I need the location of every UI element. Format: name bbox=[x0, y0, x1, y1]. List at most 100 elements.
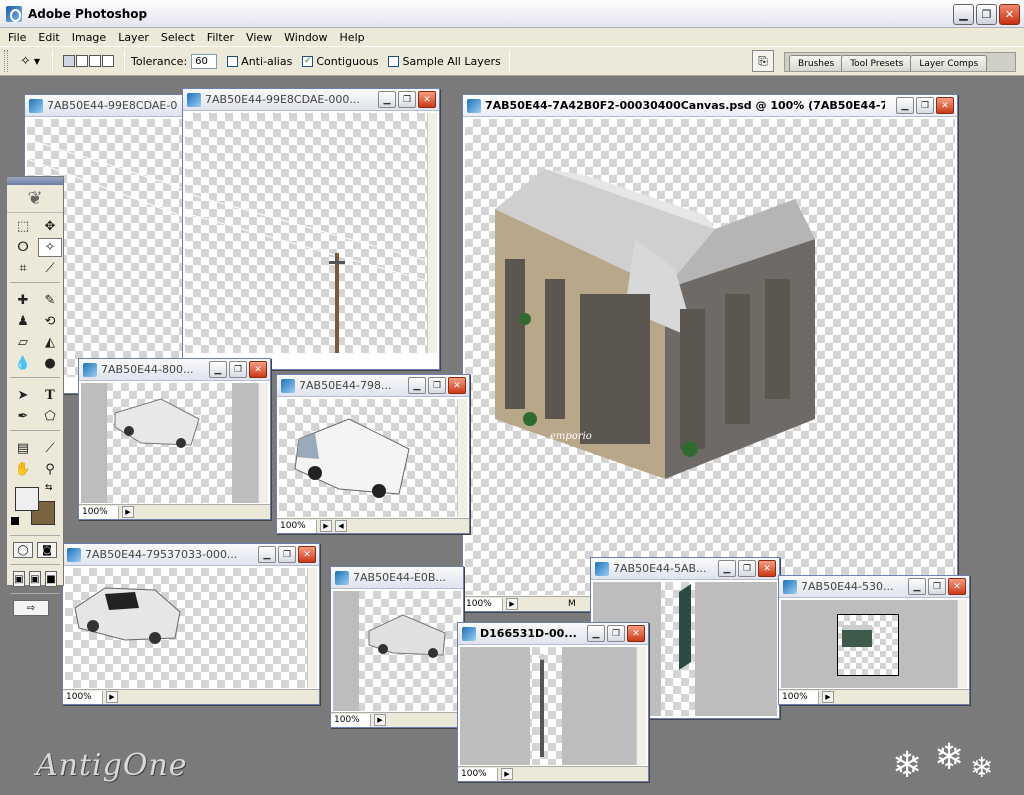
options-bar-grip[interactable] bbox=[4, 50, 8, 72]
document-canvas[interactable]: emporio bbox=[465, 119, 955, 595]
document-canvas[interactable] bbox=[781, 600, 957, 688]
tab-brushes[interactable]: Brushes bbox=[789, 55, 844, 71]
quick-mask-button[interactable]: ◙ bbox=[37, 542, 57, 558]
foreground-color-swatch[interactable] bbox=[15, 487, 39, 511]
document-window-2[interactable]: 7AB50E44-99E8CDAE-000... ▁ ❐ ✕ bbox=[182, 88, 440, 370]
zoom-field[interactable]: 100% bbox=[463, 597, 503, 611]
close-button[interactable]: ✕ bbox=[758, 560, 776, 577]
path-selection-icon[interactable]: ➤ bbox=[11, 386, 35, 405]
type-tool-icon[interactable]: T bbox=[38, 386, 62, 405]
dodge-tool-icon[interactable]: ● bbox=[38, 354, 62, 373]
close-button[interactable]: ✕ bbox=[249, 361, 267, 378]
full-screen-icon[interactable]: ■ bbox=[45, 571, 57, 587]
document-titlebar[interactable]: 7AB50E44-530... ▁ ❐ ✕ bbox=[779, 576, 969, 598]
status-menu-arrow[interactable]: ▶ bbox=[506, 598, 518, 610]
document-canvas[interactable] bbox=[185, 113, 427, 353]
status-menu-arrow[interactable]: ▶ bbox=[320, 520, 332, 532]
menu-help[interactable]: Help bbox=[334, 31, 371, 44]
vertical-scrollbar[interactable] bbox=[258, 383, 268, 503]
jump-to-imageready-icon[interactable]: ⇨ bbox=[13, 600, 49, 616]
close-button[interactable]: ✕ bbox=[999, 4, 1020, 25]
close-button[interactable]: ✕ bbox=[298, 546, 316, 563]
document-titlebar[interactable]: 7AB50E44-99E8CDAE-000... ▁ ❐ ✕ bbox=[183, 89, 439, 111]
subtract-selection-button[interactable] bbox=[89, 55, 101, 67]
add-selection-button[interactable] bbox=[76, 55, 88, 67]
eraser-tool-icon[interactable]: ▱ bbox=[11, 333, 35, 352]
menu-view[interactable]: View bbox=[240, 31, 278, 44]
close-button[interactable]: ✕ bbox=[448, 377, 466, 394]
pen-tool-icon[interactable]: ✒ bbox=[11, 407, 35, 426]
scroll-left-arrow[interactable]: ◀ bbox=[335, 520, 347, 532]
menu-window[interactable]: Window bbox=[278, 31, 333, 44]
menu-file[interactable]: File bbox=[2, 31, 32, 44]
document-titlebar[interactable]: 7AB50E44-7A42B0F2-00030400Canvas.psd @ 1… bbox=[463, 95, 957, 117]
intersect-selection-button[interactable] bbox=[102, 55, 114, 67]
document-canvas[interactable] bbox=[65, 568, 307, 688]
vertical-scrollbar[interactable] bbox=[957, 600, 967, 688]
zoom-field[interactable]: 100% bbox=[63, 690, 103, 704]
crop-tool-icon[interactable]: ⌗ bbox=[11, 259, 35, 278]
tolerance-input[interactable] bbox=[191, 53, 218, 69]
menu-layer[interactable]: Layer bbox=[112, 31, 155, 44]
toolbox-grip[interactable] bbox=[7, 177, 63, 185]
zoom-tool-icon[interactable]: ⚲ bbox=[38, 460, 62, 479]
maximize-button[interactable]: ❐ bbox=[928, 578, 946, 595]
minimize-button[interactable]: ▁ bbox=[587, 625, 605, 642]
status-menu-arrow[interactable]: ▶ bbox=[374, 714, 386, 726]
document-titlebar[interactable]: 7AB50E44-800... ▁ ❐ ✕ bbox=[79, 359, 270, 381]
paint-bucket-icon[interactable]: ◭ bbox=[38, 333, 62, 352]
status-menu-arrow[interactable]: ▶ bbox=[106, 691, 118, 703]
standard-screen-icon[interactable]: ▣ bbox=[13, 571, 25, 587]
zoom-field[interactable]: 100% bbox=[331, 713, 371, 727]
close-button[interactable]: ✕ bbox=[418, 91, 436, 108]
vertical-scrollbar[interactable] bbox=[457, 399, 467, 517]
main-document-window[interactable]: 7AB50E44-7A42B0F2-00030400Canvas.psd @ 1… bbox=[462, 94, 958, 612]
close-button[interactable]: ✕ bbox=[948, 578, 966, 595]
full-screen-menu-icon[interactable]: ▣ bbox=[29, 571, 41, 587]
menu-select[interactable]: Select bbox=[155, 31, 201, 44]
shape-tool-icon[interactable]: ⬠ bbox=[38, 407, 62, 426]
tab-layer-comps[interactable]: Layer Comps bbox=[910, 55, 988, 71]
vertical-scrollbar[interactable] bbox=[427, 113, 437, 353]
default-colors-icon[interactable] bbox=[11, 517, 19, 525]
document-titlebar[interactable]: D166531D-00... ▁ ❐ ✕ bbox=[458, 623, 648, 645]
sample-all-checkbox[interactable] bbox=[388, 55, 400, 67]
feather-logo-icon[interactable]: ❦ bbox=[7, 185, 63, 213]
maximize-button[interactable]: ❐ bbox=[607, 625, 625, 642]
brush-tool-icon[interactable]: ✎ bbox=[38, 291, 62, 310]
zoom-field[interactable]: 100% bbox=[277, 519, 317, 533]
minimize-button[interactable]: ▁ bbox=[378, 91, 396, 108]
minimize-button[interactable]: ▁ bbox=[953, 4, 974, 25]
menu-edit[interactable]: Edit bbox=[32, 31, 65, 44]
tool-preset-picker[interactable]: ✧ ▼ bbox=[12, 50, 48, 72]
maximize-button[interactable]: ❐ bbox=[916, 97, 934, 114]
clone-stamp-icon[interactable]: ♟ bbox=[11, 312, 35, 331]
sample-all-option[interactable]: Sample All Layers bbox=[388, 55, 501, 68]
vertical-scrollbar[interactable] bbox=[307, 568, 317, 688]
menu-image[interactable]: Image bbox=[66, 31, 112, 44]
maximize-button[interactable]: ❐ bbox=[976, 4, 997, 25]
document-window-8[interactable]: D166531D-00... ▁ ❐ ✕ 100% ▶ bbox=[457, 622, 649, 782]
new-selection-button[interactable] bbox=[63, 55, 75, 67]
document-canvas[interactable] bbox=[279, 399, 457, 517]
anti-alias-checkbox[interactable] bbox=[227, 55, 239, 67]
contiguous-checkbox[interactable]: ✓ bbox=[302, 55, 314, 67]
standard-mode-button[interactable]: ◯ bbox=[13, 542, 33, 558]
document-titlebar[interactable]: 7AB50E44-79537033-000... ▁ ❐ ✕ bbox=[63, 544, 319, 566]
maximize-button[interactable]: ❐ bbox=[278, 546, 296, 563]
file-browser-button[interactable]: ⎘ bbox=[752, 50, 774, 72]
zoom-field[interactable]: 100% bbox=[779, 690, 819, 704]
eyedropper-tool-icon[interactable]: ⟋ bbox=[38, 439, 62, 458]
contiguous-option[interactable]: ✓ Contiguous bbox=[302, 55, 378, 68]
document-window-6[interactable]: 7AB50E44-79537033-000... ▁ ❐ ✕ 100% ▶ bbox=[62, 543, 320, 705]
document-window-7[interactable]: 7AB50E44-E0B... 100% ▶ bbox=[330, 566, 464, 728]
hand-tool-icon[interactable]: ✋ bbox=[11, 460, 35, 479]
minimize-button[interactable]: ▁ bbox=[408, 377, 426, 394]
close-button[interactable]: ✕ bbox=[627, 625, 645, 642]
zoom-field[interactable]: 100% bbox=[79, 505, 119, 519]
tab-tool-presets[interactable]: Tool Presets bbox=[841, 55, 913, 71]
maximize-button[interactable]: ❐ bbox=[229, 361, 247, 378]
status-menu-arrow[interactable]: ▶ bbox=[822, 691, 834, 703]
move-tool-icon[interactable]: ✥ bbox=[38, 217, 62, 236]
lasso-tool-icon[interactable]: ⵔ bbox=[11, 238, 35, 257]
